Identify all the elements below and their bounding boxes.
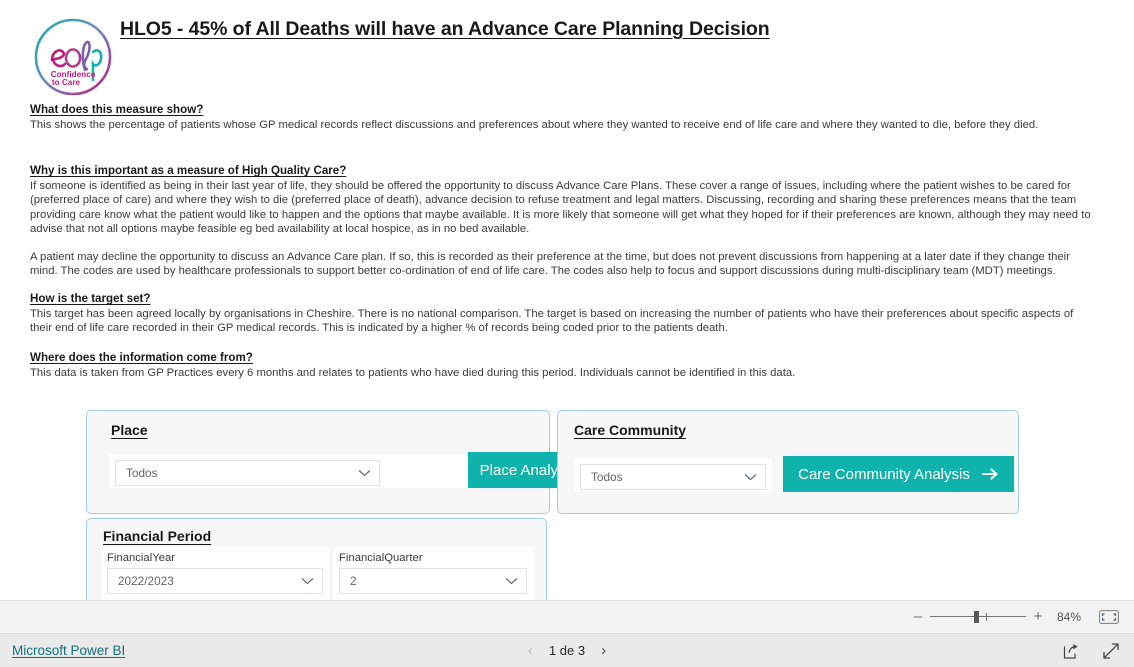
power-bi-report-viewer: Confidence to Care HLO5 - 45% of All Dea… <box>0 0 1134 667</box>
place-dropdown-value: Todos <box>126 466 158 480</box>
page-navigation: ‹ 1 de 3 › <box>0 643 1134 658</box>
section-body: This shows the percentage of patients wh… <box>30 119 1039 131</box>
chevron-down-icon <box>358 469 371 477</box>
zoom-slider-handle[interactable] <box>974 611 979 623</box>
financial-quarter-dropdown[interactable]: 2 <box>339 568 527 594</box>
financial-quarter-value: 2 <box>350 574 357 588</box>
financial-year-value: 2022/2023 <box>118 574 174 588</box>
section-body-2: A patient may decline the opportunity to… <box>30 250 1070 278</box>
arrow-right-icon <box>981 467 999 481</box>
section-heading: What does this measure show? <box>30 103 204 116</box>
section-heading: Why is this important as a measure of Hi… <box>30 164 347 177</box>
care-community-analysis-label: Care Community Analysis <box>798 465 970 483</box>
section-what-does-this-measure-show: What does this measure show? This shows … <box>30 103 1098 132</box>
place-dropdown[interactable]: Todos <box>115 460 380 486</box>
place-filter-card: Place Todos Place Analysis <box>86 410 617 514</box>
chevron-down-icon <box>301 577 314 585</box>
previous-page-button[interactable]: ‹ <box>528 643 533 658</box>
page-title: HLO5 - 45% of All Deaths will have an Ad… <box>120 18 770 40</box>
footer-actions <box>1062 642 1120 660</box>
zoom-toolbar: – + 84% <box>0 600 1134 634</box>
zoom-slider-tick <box>986 613 987 621</box>
zoom-level-label: 84% <box>1056 610 1082 624</box>
care-community-analysis-button[interactable]: Care Community Analysis <box>783 456 1014 492</box>
next-page-button[interactable]: › <box>601 643 606 658</box>
financial-year-dropdown[interactable]: 2022/2023 <box>107 568 323 594</box>
chevron-down-icon <box>505 577 518 585</box>
financial-period-filter-card: Financial Period FinancialYear 2022/2023… <box>86 518 547 603</box>
report-header: Confidence to Care HLO5 - 45% of All Dea… <box>0 0 1134 100</box>
page-indicator: 1 de 3 <box>548 643 586 658</box>
section-heading: Where does the information come from? <box>30 351 253 364</box>
care-community-dropdown[interactable]: Todos <box>580 464 766 490</box>
zoom-out-button[interactable]: – <box>910 609 926 624</box>
chevron-down-icon <box>744 473 757 481</box>
report-footer: Microsoft Power BI ‹ 1 de 3 › <box>0 634 1134 667</box>
section-body: This target has been agreed locally by o… <box>30 308 1074 335</box>
eolp-logo: Confidence to Care <box>30 14 116 100</box>
place-card-title: Place <box>111 422 148 438</box>
zoom-in-button[interactable]: + <box>1030 609 1046 624</box>
financial-quarter-label: FinancialQuarter <box>339 552 423 564</box>
financial-period-card-title: Financial Period <box>103 528 212 544</box>
financial-year-label: FinancialYear <box>107 552 176 564</box>
fullscreen-icon[interactable] <box>1102 642 1120 660</box>
share-icon[interactable] <box>1062 642 1080 660</box>
section-where-does-the-information-come-from: Where does the information come from? Th… <box>30 351 1098 380</box>
svg-text:to Care: to Care <box>52 78 81 87</box>
fit-to-page-icon[interactable] <box>1096 608 1122 626</box>
report-canvas: Confidence to Care HLO5 - 45% of All Dea… <box>0 0 1134 603</box>
care-community-dropdown-value: Todos <box>591 470 623 484</box>
section-heading: How is the target set? <box>30 292 151 305</box>
section-how-is-the-target-set: How is the target set? This target has b… <box>30 292 1098 336</box>
zoom-slider[interactable] <box>930 610 1026 624</box>
care-community-card-title: Care Community <box>574 422 687 438</box>
section-why-is-this-important: Why is this important as a measure of Hi… <box>30 164 1098 278</box>
section-body: This data is taken from GP Practices eve… <box>30 367 796 379</box>
section-body-1: If someone is identified as being in the… <box>30 180 1091 236</box>
care-community-filter-card: Care Community Todos Care Community Anal… <box>557 410 1019 514</box>
